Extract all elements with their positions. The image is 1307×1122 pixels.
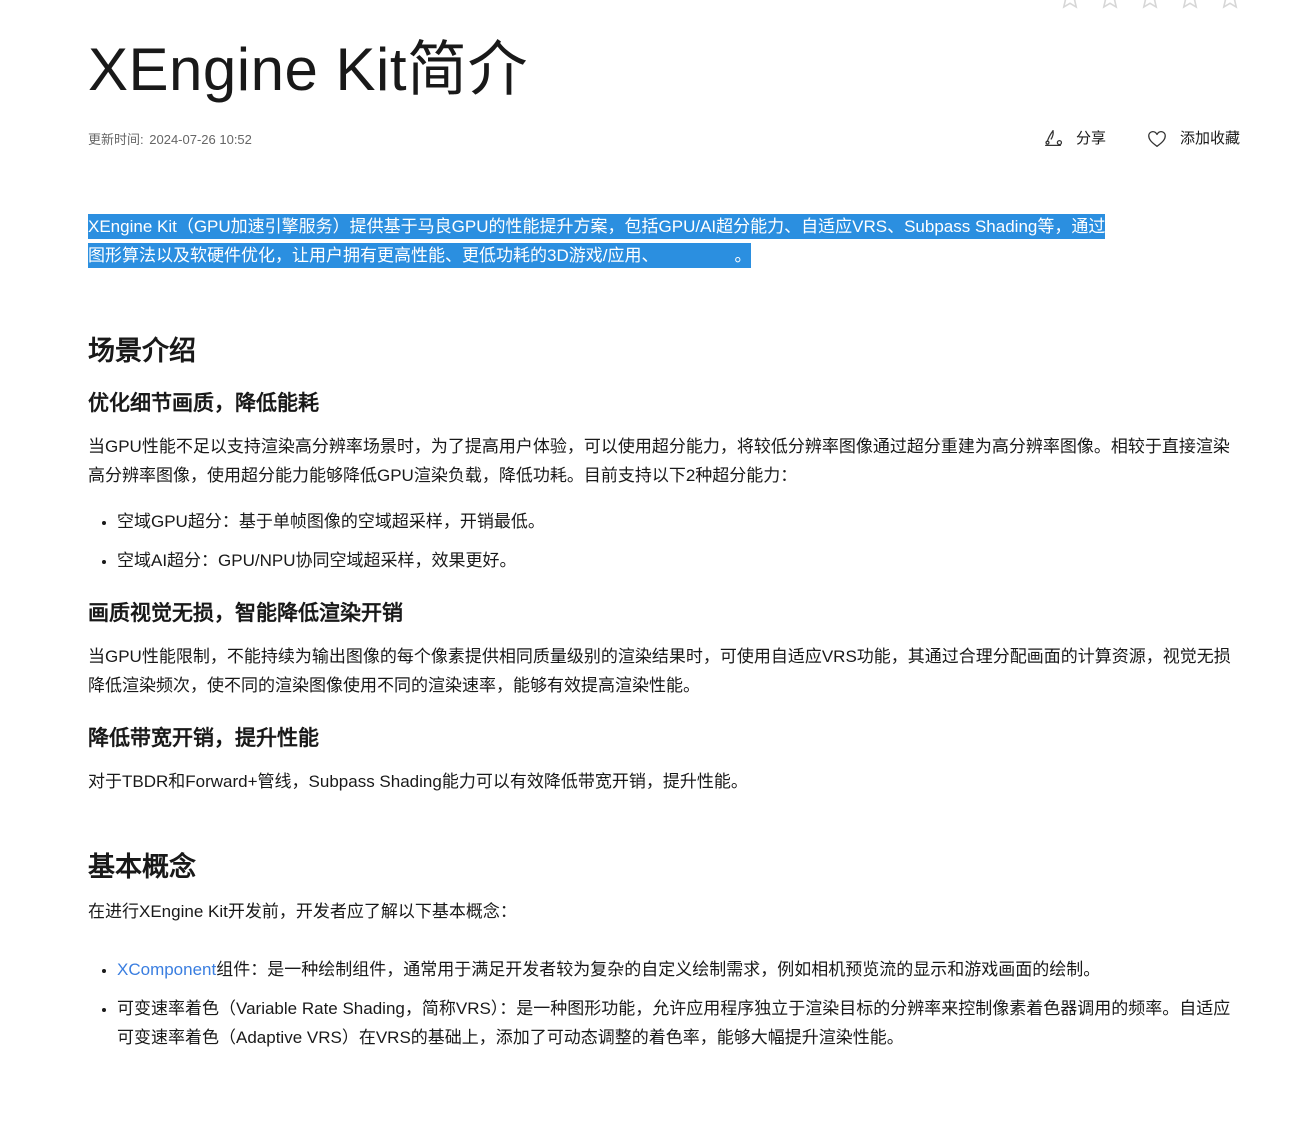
update-time-label: 更新时间: <box>88 132 144 147</box>
article-actions: 分享 添加收藏 <box>1042 128 1240 150</box>
update-time-value: 2024-07-26 10:52 <box>149 132 252 147</box>
share-icon <box>1044 130 1063 147</box>
subheading-bandwidth: 降低带宽开销，提升性能 <box>88 727 319 750</box>
list-item: 可变速率着色（Variable Rate Shading，简称VRS）：是一种图… <box>117 994 1243 1052</box>
xcomponent-description: 组件：是一种绘制组件，通常用于满足开发者较为复杂的自定义绘制需求，例如相机预览流… <box>216 960 1101 979</box>
heart-icon <box>1148 131 1166 147</box>
add-favorite-label: 添加收藏 <box>1179 130 1240 147</box>
subheading-optimize: 优化细节画质，降低能耗 <box>88 392 319 415</box>
list-upscaling: 空域GPU超分：基于单帧图像的空域超采样，开销最低。 空域AI超分：GPU/NP… <box>88 507 1243 575</box>
intro-line-2-text: 图形算法以及软硬件优化，让用户拥有更高性能、更低功耗的3D游戏/应用、 <box>88 246 659 265</box>
share-button[interactable]: 分享 <box>1042 128 1106 150</box>
star-outline-icon[interactable] <box>1098 0 1122 10</box>
subheading-vrs: 画质视觉无损，智能降低渲染开销 <box>88 602 403 625</box>
section-heading-scenes: 场景介绍 <box>88 336 196 366</box>
star-outline-icon[interactable] <box>1178 0 1202 10</box>
intro-line-2-end: 。 <box>734 246 752 265</box>
section-heading-concepts: 基本概念 <box>88 852 196 882</box>
add-favorite-button[interactable]: 添加收藏 <box>1146 128 1240 150</box>
paragraph-vrs: 当GPU性能限制，不能持续为输出图像的每个像素提供相同质量级别的渲染结果时，可使… <box>88 647 1231 695</box>
list-item: 空域GPU超分：基于单帧图像的空域超采样，开销最低。 <box>117 507 1243 536</box>
star-outline-icon[interactable] <box>1138 0 1162 10</box>
star-outline-icon[interactable] <box>1218 0 1242 10</box>
list-concepts: XComponent组件：是一种绘制组件，通常用于满足开发者较为复杂的自定义绘制… <box>88 955 1243 1052</box>
article-body: XEngine Kit（GPU加速引擎服务）提供基于马良GPU的性能提升方案，包… <box>88 212 1243 1052</box>
intro-line-1: XEngine Kit（GPU加速引擎服务）提供基于马良GPU的性能提升方案，包… <box>88 214 1106 239</box>
update-time: 更新时间: 2024-07-26 10:52 <box>88 131 252 149</box>
intro-line-2: 图形算法以及软硬件优化，让用户拥有更高性能、更低功耗的3D游戏/应用、 。 <box>88 243 752 268</box>
star-outline-icon[interactable] <box>1058 0 1082 10</box>
xcomponent-link[interactable]: XComponent <box>117 960 216 979</box>
list-item: XComponent组件：是一种绘制组件，通常用于满足开发者较为复杂的自定义绘制… <box>117 955 1243 984</box>
rating-stars[interactable] <box>1058 0 1242 10</box>
paragraph-concepts-intro: 在进行XEngine Kit开发前，开发者应了解以下基本概念： <box>88 902 517 921</box>
list-item: 空域AI超分：GPU/NPU协同空域超采样，效果更好。 <box>117 546 1243 575</box>
page-title: XEngine Kit简介 <box>88 36 529 103</box>
intro-paragraph: XEngine Kit（GPU加速引擎服务）提供基于马良GPU的性能提升方案，包… <box>88 212 1243 270</box>
paragraph-bandwidth: 对于TBDR和Forward+管线，Subpass Shading能力可以有效降… <box>88 772 748 791</box>
paragraph-optimize: 当GPU性能不足以支持渲染高分辨率场景时，为了提高用户体验，可以使用超分能力，将… <box>88 437 1230 485</box>
share-label: 分享 <box>1075 130 1106 147</box>
